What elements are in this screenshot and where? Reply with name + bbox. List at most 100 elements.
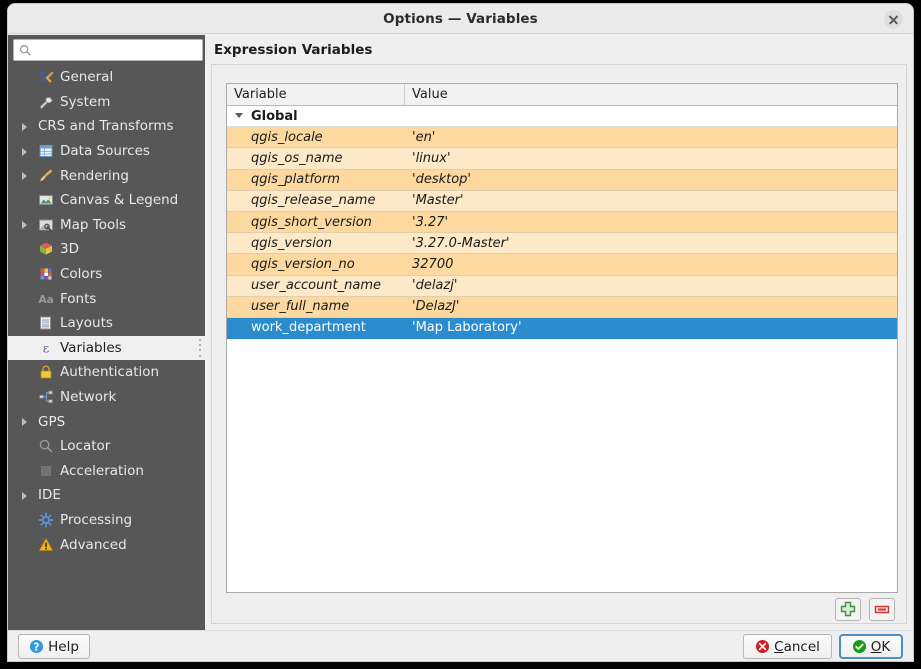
help-button-label: Help bbox=[48, 639, 79, 655]
cell-value: 'desktop' bbox=[405, 172, 897, 187]
settings-panel: Expression Variables Variable Value Glob… bbox=[205, 35, 913, 630]
sidebar-item-rendering[interactable]: Rendering bbox=[8, 163, 205, 188]
table-row[interactable]: qgis_os_name'linux' bbox=[227, 148, 897, 169]
sidebar-item-gps[interactable]: GPS bbox=[8, 409, 205, 434]
options-dialog: Options — Variables General System CRS and… bbox=[8, 4, 913, 661]
cell-variable: user_full_name bbox=[227, 299, 405, 314]
sidebar-item-map-tools[interactable]: Map Tools bbox=[8, 213, 205, 238]
ok-button[interactable]: OK bbox=[839, 634, 903, 659]
cell-variable: qgis_release_name bbox=[227, 193, 405, 208]
tools-icon bbox=[38, 69, 54, 85]
sidebar-item-system[interactable]: System bbox=[8, 90, 205, 115]
sidebar-item-network[interactable]: Network bbox=[8, 385, 205, 410]
panel-container: Variable Value Globalqgis_locale'en'qgis… bbox=[211, 64, 907, 624]
search-box[interactable] bbox=[13, 39, 203, 61]
sidebar-item-fonts[interactable]: Aa Fonts bbox=[8, 286, 205, 311]
close-icon[interactable] bbox=[884, 10, 903, 29]
table-row[interactable]: qgis_platform'desktop' bbox=[227, 170, 897, 191]
ok-rest: K bbox=[881, 639, 890, 655]
table-row[interactable]: work_department'Map Laboratory' bbox=[227, 318, 897, 339]
search-input[interactable] bbox=[36, 40, 200, 60]
column-header-variable[interactable]: Variable bbox=[227, 84, 405, 105]
chevron-down-icon[interactable] bbox=[235, 113, 243, 118]
chevron-right-icon[interactable] bbox=[22, 172, 27, 180]
table-row[interactable]: qgis_release_name'Master' bbox=[227, 191, 897, 212]
cell-value: 'delazj' bbox=[405, 278, 897, 293]
dialog-footer: ? Help Cancel OK bbox=[8, 630, 913, 661]
chevron-right-icon[interactable] bbox=[22, 148, 27, 156]
cancel-rest: ancel bbox=[784, 639, 820, 655]
svg-text:Aa: Aa bbox=[39, 294, 54, 306]
sidebar-item-locator[interactable]: Locator bbox=[8, 434, 205, 459]
svg-text:ε: ε bbox=[43, 340, 49, 355]
sidebar-item-canvas-legend[interactable]: Canvas & Legend bbox=[8, 188, 205, 213]
sidebar-item-label: Map Tools bbox=[60, 217, 126, 233]
gear-icon bbox=[38, 512, 54, 528]
cube-icon bbox=[38, 241, 54, 257]
help-icon: ? bbox=[29, 639, 44, 654]
cell-variable: qgis_version bbox=[227, 236, 405, 251]
cell-variable: qgis_short_version bbox=[227, 215, 405, 230]
cell-variable: qgis_locale bbox=[227, 130, 405, 145]
cancel-button-label: Cancel bbox=[774, 639, 820, 655]
canvas-icon bbox=[38, 192, 54, 208]
chevron-right-icon[interactable] bbox=[22, 492, 27, 500]
ok-mnemonic: O bbox=[871, 639, 882, 655]
plus-icon bbox=[836, 599, 860, 620]
remove-variable-button[interactable] bbox=[869, 598, 895, 621]
cell-value: 'linux' bbox=[405, 151, 897, 166]
chevron-right-icon[interactable] bbox=[22, 418, 27, 426]
sidebar-item-label: IDE bbox=[38, 487, 61, 503]
sidebar-item-processing[interactable]: Processing bbox=[8, 508, 205, 533]
font-icon: Aa bbox=[38, 291, 54, 307]
table-header: Variable Value bbox=[227, 84, 897, 106]
layout-icon bbox=[38, 315, 54, 331]
table-row[interactable]: user_full_name'DelazJ' bbox=[227, 297, 897, 318]
maptools-icon bbox=[38, 217, 54, 233]
sidebar-item-label: Data Sources bbox=[60, 143, 150, 159]
sidebar-item-label: GPS bbox=[38, 414, 65, 430]
table-row[interactable]: qgis_short_version'3.27' bbox=[227, 212, 897, 233]
sidebar-item-label: Fonts bbox=[60, 291, 96, 307]
table-row[interactable]: qgis_locale'en' bbox=[227, 127, 897, 148]
sidebar-item-authentication[interactable]: Authentication bbox=[8, 360, 205, 385]
column-header-value[interactable]: Value bbox=[405, 84, 897, 105]
window-title: Options — Variables bbox=[8, 4, 913, 34]
title-bar: Options — Variables bbox=[8, 4, 913, 34]
cell-value: 'DelazJ' bbox=[405, 299, 897, 314]
table-row[interactable]: user_account_name'delazj' bbox=[227, 276, 897, 297]
sidebar-item-label: Network bbox=[60, 389, 116, 405]
help-button[interactable]: ? Help bbox=[18, 634, 90, 659]
table-row[interactable]: qgis_version'3.27.0-Master' bbox=[227, 233, 897, 254]
sidebar-item-advanced[interactable]: Advanced bbox=[8, 532, 205, 557]
sidebar-item-ide[interactable]: IDE bbox=[8, 483, 205, 508]
sidebar-item-crs-and-transforms[interactable]: CRS and Transforms bbox=[8, 114, 205, 139]
sidebar-item-label: System bbox=[60, 94, 110, 110]
sidebar-item-data-sources[interactable]: Data Sources bbox=[8, 139, 205, 164]
sidebar-splitter-handle[interactable] bbox=[198, 336, 201, 360]
magnifier-icon bbox=[38, 438, 54, 454]
sidebar-item-general[interactable]: General bbox=[8, 65, 205, 90]
sidebar-item-acceleration[interactable]: Acceleration bbox=[8, 459, 205, 484]
sidebar-item-label: Acceleration bbox=[60, 463, 144, 479]
sidebar-item-label: 3D bbox=[60, 241, 79, 257]
sidebar-item-label: Colors bbox=[60, 266, 102, 282]
sidebar-item-variables[interactable]: εVariables bbox=[8, 336, 205, 361]
sidebar-item-layouts[interactable]: Layouts bbox=[8, 311, 205, 336]
minus-icon bbox=[870, 599, 894, 620]
sidebar-item-colors[interactable]: Colors bbox=[8, 262, 205, 287]
sidebar-item-3d[interactable]: 3D bbox=[8, 237, 205, 262]
table-group-row[interactable]: Global bbox=[227, 106, 897, 127]
sidebar-item-label: CRS and Transforms bbox=[38, 118, 174, 134]
chevron-right-icon[interactable] bbox=[22, 221, 27, 229]
sidebar: General System CRS and Transforms Data Sour… bbox=[8, 35, 205, 630]
table-row[interactable]: qgis_version_no32700 bbox=[227, 254, 897, 275]
sidebar-item-label: General bbox=[60, 69, 113, 85]
sidebar-item-label: Rendering bbox=[60, 168, 129, 184]
add-variable-button[interactable] bbox=[835, 598, 861, 621]
epsilon-icon: ε bbox=[38, 340, 54, 356]
cancel-button[interactable]: Cancel bbox=[743, 634, 832, 659]
acceleration-icon bbox=[38, 463, 54, 479]
chevron-right-icon[interactable] bbox=[22, 123, 27, 131]
table-icon bbox=[38, 143, 54, 159]
